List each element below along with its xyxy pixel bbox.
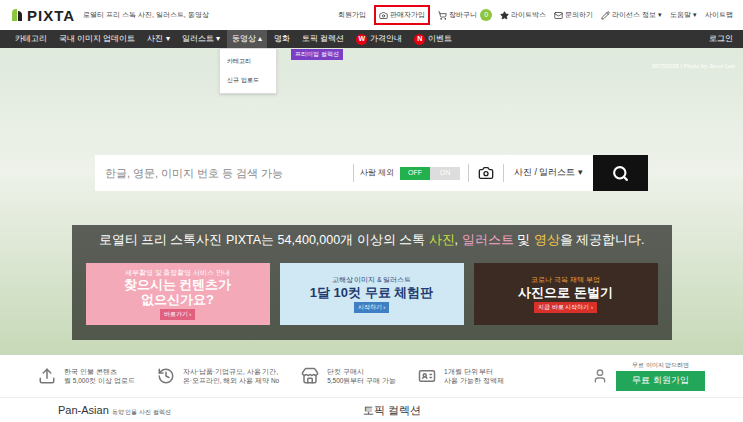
nav-item[interactable]: 명화 bbox=[269, 30, 295, 48]
user-icon bbox=[592, 368, 608, 384]
mail-icon bbox=[554, 11, 563, 20]
dropdown-item[interactable]: 신규 업로드 bbox=[220, 71, 276, 90]
premium-tag: 프리미엄 컬렉션 bbox=[291, 49, 343, 60]
feature-item: 1개월 단위 부터사용 가능한 정액제 bbox=[418, 367, 504, 385]
nav-bar: 카테고리국내 이미지 업데이트사진 ▾일러스트 ▾동영상 ▴카테고리신규 업로드… bbox=[0, 30, 743, 48]
search-input[interactable]: 한글, 영문, 이미지 번호 등 검색 가능 bbox=[95, 165, 353, 182]
nav-item[interactable]: 동영상 ▴카테고리신규 업로드 bbox=[227, 30, 267, 48]
top-link[interactable]: 사이트맵 bbox=[705, 10, 733, 21]
search-icon bbox=[612, 165, 629, 182]
top-link[interactable]: 판매자가입 bbox=[374, 5, 430, 26]
type-select[interactable]: 사진 / 일러스트 ▾ bbox=[504, 166, 593, 180]
search-bar: 한글, 영문, 이미지 번호 등 검색 가능사람 제외OFFON 사진 / 일러스… bbox=[95, 155, 648, 191]
top-link[interactable]: 회원가입 bbox=[338, 10, 366, 21]
camera-search-icon[interactable] bbox=[478, 165, 494, 181]
nav-badge: W bbox=[356, 34, 367, 45]
nav-item[interactable]: W가격안내 bbox=[351, 30, 407, 48]
logo[interactable]: PIXTA bbox=[10, 8, 75, 23]
dropdown-menu: 카테고리신규 업로드 bbox=[219, 48, 277, 94]
nav-item[interactable]: 일러스트 ▾ bbox=[177, 30, 225, 48]
top-link[interactable]: 장바구니0 bbox=[438, 9, 492, 21]
promo-banner[interactable]: 코로나 극복 재택 부업사진으로 돈벌기지금 바로 시작하기 › bbox=[474, 263, 658, 325]
nav-item[interactable]: 국내 이미지 업데이트 bbox=[54, 30, 140, 48]
section-title: Pan-Asian동양 인물 사진 컬렉션 bbox=[58, 404, 363, 417]
login-link[interactable]: 로그인 bbox=[709, 33, 733, 45]
star-icon bbox=[500, 11, 509, 20]
tagline: 로열티 프리 스톡 사진, 일러스트, 동영상 bbox=[83, 10, 209, 21]
logo-text: PIXTA bbox=[27, 8, 75, 23]
banner-button[interactable]: 바로가기 › bbox=[160, 309, 196, 320]
section-title: 토픽 컬렉션 bbox=[363, 404, 421, 417]
camera-icon bbox=[379, 11, 388, 20]
nav-item[interactable]: 카테고리 bbox=[10, 30, 52, 48]
page: PIXTA 로열티 프리 스톡 사진, 일러스트, 동영상 회원가입 판매자가입 장바구… bbox=[0, 0, 743, 422]
nav-badge: N bbox=[414, 34, 425, 45]
section-titles: Pan-Asian동양 인물 사진 컬렉션토픽 컬렉션 bbox=[0, 398, 743, 422]
promo-panel: 로열티 프리 스톡사진 PIXTA는 54,400,000개 이상의 스톡 사진… bbox=[72, 225, 672, 340]
feature-item: 단컷 구매시5,500원부터 구매 가능 bbox=[301, 367, 396, 385]
store-icon bbox=[301, 367, 319, 385]
feature-item: 한국 인물 콘텐츠월 5,000컷 이상 업로드 bbox=[38, 367, 135, 385]
cart-badge: 0 bbox=[480, 9, 492, 21]
top-links: 회원가입 판매자가입 장바구니0 라이트박스 문의하기 라이선스 정보 ▾ 도움말 ▾ 사이트… bbox=[338, 5, 733, 26]
top-bar: PIXTA 로열티 프리 스톡 사진, 일러스트, 동영상 회원가입 판매자가입 장바구… bbox=[0, 0, 743, 30]
top-link[interactable]: 라이선스 정보 ▾ bbox=[601, 10, 662, 21]
logo-icon bbox=[10, 8, 24, 22]
promo-banner[interactable]: 세부촬영 및 출장촬영 서비스 안내찾으시는 컨텐츠가없으신가요?바로가기 › bbox=[86, 263, 270, 325]
card-icon bbox=[418, 367, 436, 385]
history-icon bbox=[157, 367, 175, 385]
upload-icon bbox=[38, 367, 56, 385]
hero: 58750538 | Photo by Jieun Lee 한글, 영문, 이미지… bbox=[0, 48, 743, 355]
signup-button[interactable]: 무료 회원가입 bbox=[616, 371, 705, 391]
nav-item[interactable]: 토픽 컬렉션프리미엄 컬렉션 bbox=[297, 30, 349, 48]
nav-item[interactable]: N이벤트 bbox=[409, 30, 457, 48]
search-button[interactable] bbox=[593, 155, 648, 191]
headline: 로열티 프리 스톡사진 PIXTA는 54,400,000개 이상의 스톡 사진… bbox=[86, 231, 658, 249]
exclude-label: 사람 제외 bbox=[354, 167, 400, 179]
pencil-icon bbox=[601, 11, 610, 20]
banner-button[interactable]: 시작하기 › bbox=[354, 302, 390, 313]
banner-button[interactable]: 지금 바로 시작하기 › bbox=[534, 302, 597, 313]
signup-box: 무료 이미지 받으려면무료 회원가입 bbox=[592, 361, 705, 391]
top-link[interactable]: 라이트박스 bbox=[500, 10, 546, 21]
feature-item: 자사·납품·기업규모, 사용 기간,온·오프라인, 해외 사용 제약 No bbox=[157, 367, 280, 385]
promo-banner[interactable]: 고해상 이미지 & 일러스트1달 10컷 무료 체험판시작하기 › bbox=[280, 263, 464, 325]
top-link[interactable]: 도움말 ▾ bbox=[670, 10, 697, 21]
photo-credit: 58750538 | Photo by Jieun Lee bbox=[0, 62, 743, 76]
cart-icon bbox=[438, 11, 447, 20]
feature-row: 한국 인물 콘텐츠월 5,000컷 이상 업로드 자사·납품·기업규모, 사용 기… bbox=[0, 355, 743, 398]
top-link[interactable]: 문의하기 bbox=[554, 10, 593, 21]
people-toggle[interactable]: OFFON bbox=[400, 167, 460, 180]
nav-item[interactable]: 사진 ▾ bbox=[142, 30, 174, 48]
dropdown-item[interactable]: 카테고리 bbox=[220, 52, 276, 71]
